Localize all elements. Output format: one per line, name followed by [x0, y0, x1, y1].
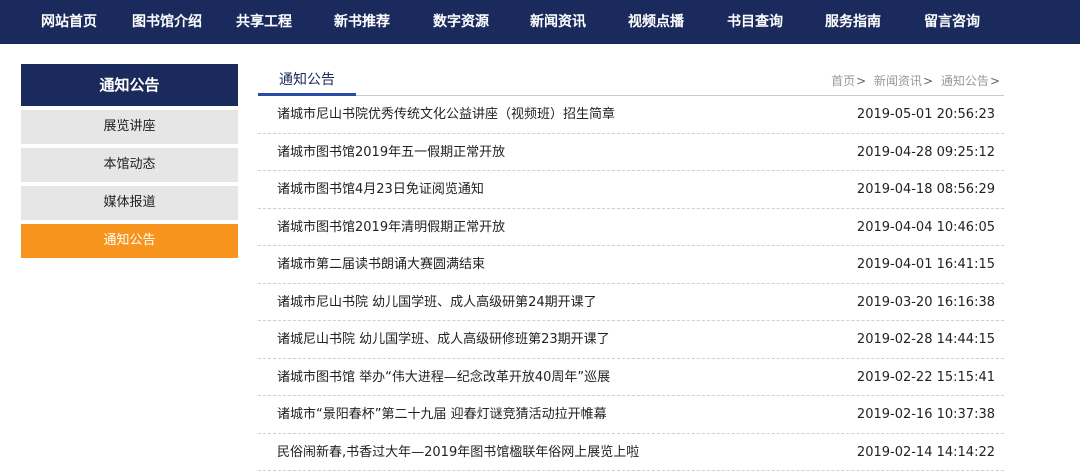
news-date: 2019-04-01 16:41:15	[856, 257, 995, 272]
news-list: 诸城市尼山书院优秀传统文化公益讲座（视频班）招生简章 2019-05-01 20…	[258, 96, 1004, 471]
list-item: 民俗闹新春,书香过大年—2019年图书馆楹联年俗网上展览上啦 2019-02-1…	[258, 434, 1004, 471]
sidebar-item-exhibitions-lectures[interactable]: 展览讲座	[21, 110, 238, 144]
list-item: 诸城市第二届读书朗诵大赛圆满结束 2019-04-01 16:41:15	[258, 246, 1004, 284]
news-title-link[interactable]: 诸城市图书馆2019年五一假期正常开放	[277, 134, 505, 171]
main-content: 通知公告 首页> 新闻资讯> 通知公告> 诸城市尼山书院优秀传统文化公益讲座（视…	[258, 64, 1004, 471]
news-title-link[interactable]: 诸城市第二届读书朗诵大赛圆满结束	[277, 246, 485, 283]
news-title-link[interactable]: 诸城市尼山书院优秀传统文化公益讲座（视频班）招生简章	[277, 96, 615, 133]
news-date: 2019-02-28 14:44:15	[856, 332, 995, 347]
list-item: 诸城市图书馆2019年五一假期正常开放 2019-04-28 09:25:12	[258, 134, 1004, 171]
top-navigation-bar: 网站首页 图书馆介绍 共享工程 新书推荐 数字资源 新闻资讯 视频点播 书目查询…	[0, 0, 1080, 44]
breadcrumb-separator: >	[923, 74, 934, 88]
breadcrumb: 首页> 新闻资讯> 通知公告>	[831, 72, 1004, 89]
nav-item-home[interactable]: 网站首页	[41, 0, 97, 44]
nav-item-video-on-demand[interactable]: 视频点播	[628, 0, 684, 44]
sidebar: 通知公告 展览讲座 本馆动态 媒体报道 通知公告	[21, 64, 238, 258]
sidebar-item-library-news[interactable]: 本馆动态	[21, 148, 238, 182]
news-title-link[interactable]: 诸城市图书馆2019年清明假期正常开放	[277, 209, 505, 246]
list-item: 诸城市尼山书院 幼儿国学班、成人高级研第24期开课了 2019-03-20 16…	[258, 284, 1004, 321]
list-item: 诸城市“景阳春杯”第二十九届 迎春灯谜竞猜活动拉开帷幕 2019-02-16 1…	[258, 396, 1004, 434]
news-date: 2019-02-22 15:15:41	[856, 369, 995, 385]
breadcrumb-notices-link[interactable]: 通知公告	[941, 74, 989, 88]
news-date: 2019-02-14 14:14:22	[856, 444, 995, 460]
breadcrumb-separator: >	[989, 74, 1000, 88]
breadcrumb-news-link[interactable]: 新闻资讯	[874, 74, 922, 88]
nav-item-library-intro[interactable]: 图书馆介绍	[132, 0, 202, 44]
news-title-link[interactable]: 诸城尼山书院 幼儿国学班、成人高级研修班第23期开课了	[277, 321, 610, 358]
breadcrumb-separator: >	[856, 74, 867, 88]
section-header: 通知公告 首页> 新闻资讯> 通知公告>	[258, 64, 1004, 96]
list-item: 诸城市图书馆4月23日免证阅览通知 2019-04-18 08:56:29	[258, 171, 1004, 209]
news-title-link[interactable]: 诸城市“景阳春杯”第二十九届 迎春灯谜竞猜活动拉开帷幕	[277, 396, 607, 433]
news-title-link[interactable]: 诸城市图书馆4月23日免证阅览通知	[277, 171, 484, 208]
news-date: 2019-03-20 16:16:38	[856, 294, 995, 310]
news-title-link[interactable]: 民俗闹新春,书香过大年—2019年图书馆楹联年俗网上展览上啦	[277, 434, 639, 471]
list-item: 诸城尼山书院 幼儿国学班、成人高级研修班第23期开课了 2019-02-28 1…	[258, 321, 1004, 359]
list-item: 诸城市尼山书院优秀传统文化公益讲座（视频班）招生简章 2019-05-01 20…	[258, 96, 1004, 134]
news-title-link[interactable]: 诸城市尼山书院 幼儿国学班、成人高级研第24期开课了	[277, 284, 597, 321]
nav-item-new-books[interactable]: 新书推荐	[334, 0, 390, 44]
nav-item-news[interactable]: 新闻资讯	[530, 0, 586, 44]
news-date: 2019-05-01 20:56:23	[856, 107, 995, 122]
list-item: 诸城市图书馆 举办“伟大进程—纪念改革开放40周年”巡展 2019-02-22 …	[258, 359, 1004, 396]
breadcrumb-home-link[interactable]: 首页	[831, 74, 855, 88]
nav-item-digital-resources[interactable]: 数字资源	[433, 0, 489, 44]
nav-item-service-guide[interactable]: 服务指南	[825, 0, 881, 44]
news-date: 2019-04-04 10:46:05	[856, 219, 995, 235]
section-title: 通知公告	[258, 64, 356, 96]
list-item: 诸城市图书馆2019年清明假期正常开放 2019-04-04 10:46:05	[258, 209, 1004, 246]
sidebar-item-notices[interactable]: 通知公告	[21, 224, 238, 258]
sidebar-title: 通知公告	[21, 64, 238, 106]
nav-item-sharing-project[interactable]: 共享工程	[236, 0, 292, 44]
news-date: 2019-04-18 08:56:29	[856, 182, 995, 197]
news-date: 2019-02-16 10:37:38	[856, 407, 995, 422]
nav-item-message-consult[interactable]: 留言咨询	[924, 0, 980, 44]
news-date: 2019-04-28 09:25:12	[856, 144, 995, 160]
news-title-link[interactable]: 诸城市图书馆 举办“伟大进程—纪念改革开放40周年”巡展	[277, 359, 610, 396]
nav-item-catalog-search[interactable]: 书目查询	[727, 0, 783, 44]
sidebar-item-media-reports[interactable]: 媒体报道	[21, 186, 238, 220]
